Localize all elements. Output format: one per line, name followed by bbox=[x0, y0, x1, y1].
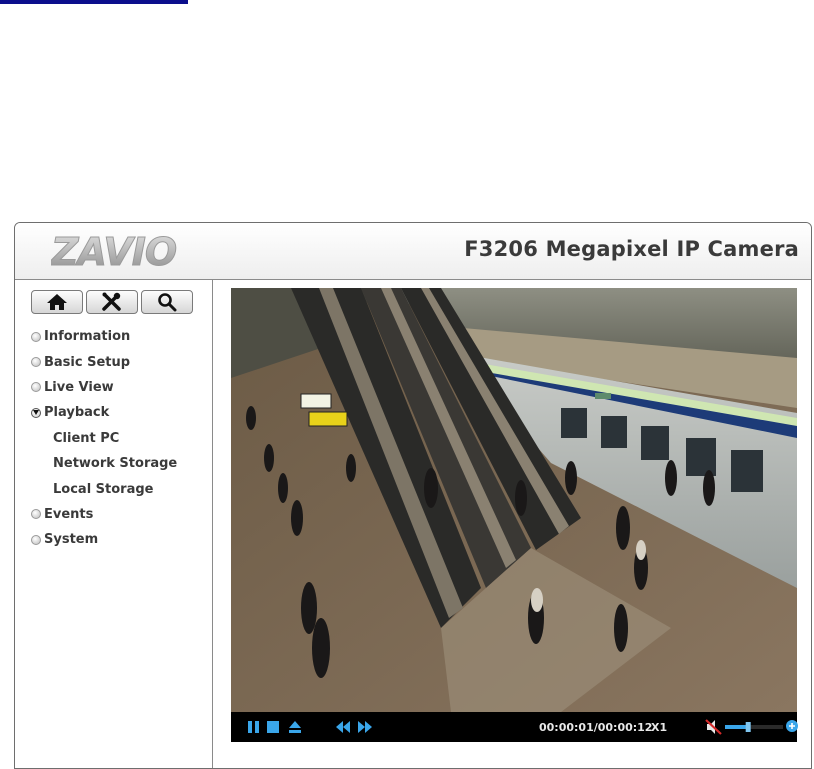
search-icon bbox=[158, 293, 177, 312]
home-icon bbox=[47, 294, 67, 310]
playback-speed[interactable]: X1 bbox=[651, 721, 667, 734]
menu-label: Basic Setup bbox=[44, 354, 131, 370]
top-link-bar[interactable] bbox=[0, 0, 188, 4]
menu-label: System bbox=[44, 532, 99, 548]
menu-item-playback[interactable]: Playback bbox=[31, 400, 177, 425]
playback-timecode: 00:00:01/00:00:12 bbox=[539, 721, 653, 734]
search-button[interactable] bbox=[141, 290, 193, 314]
menu-item-events[interactable]: Events bbox=[31, 502, 177, 527]
nav-buttons bbox=[31, 290, 193, 314]
rewind-icon[interactable] bbox=[335, 721, 351, 733]
radio-bullet-icon bbox=[31, 331, 41, 342]
home-button[interactable] bbox=[31, 290, 83, 314]
tools-icon bbox=[102, 292, 121, 311]
radio-bullet-icon bbox=[31, 534, 41, 545]
radio-bullet-icon bbox=[31, 382, 41, 393]
submenu-label: Client PC bbox=[53, 430, 120, 446]
playback-video-frame[interactable] bbox=[231, 288, 797, 712]
mute-icon[interactable] bbox=[705, 719, 723, 735]
product-title: F3206 Megapixel IP Camera bbox=[464, 237, 799, 261]
content-area: 00:00:01/00:00:12 X1 bbox=[213, 280, 811, 768]
fast-forward-icon[interactable] bbox=[357, 721, 373, 733]
menu-label: Events bbox=[44, 506, 94, 522]
eject-icon[interactable] bbox=[288, 720, 302, 734]
menu-label: Live View bbox=[44, 379, 114, 395]
submenu-label: Local Storage bbox=[53, 481, 154, 497]
submenu-item-local-storage[interactable]: Local Storage bbox=[31, 476, 177, 501]
playback-control-bar: 00:00:01/00:00:12 X1 bbox=[231, 712, 799, 742]
menu-label: Playback bbox=[44, 405, 110, 421]
submenu-label: Network Storage bbox=[53, 456, 178, 472]
radio-bullet-icon bbox=[31, 357, 41, 368]
radio-bullet-icon bbox=[31, 509, 41, 520]
submenu-item-client-pc[interactable]: Client PC bbox=[31, 426, 177, 451]
svg-text:ZAVIO: ZAVIO bbox=[51, 231, 176, 271]
expanded-arrow-icon bbox=[31, 407, 41, 418]
settings-button[interactable] bbox=[86, 290, 138, 314]
zavio-logo: ZAVIO bbox=[51, 231, 178, 271]
pause-icon[interactable] bbox=[247, 721, 261, 733]
video-scene bbox=[231, 288, 797, 712]
menu-item-basic-setup[interactable]: Basic Setup bbox=[31, 349, 177, 374]
sidebar: Information Basic Setup Live View Playba… bbox=[15, 280, 213, 768]
main-menu: Information Basic Setup Live View Playba… bbox=[31, 324, 177, 553]
menu-label: Information bbox=[44, 329, 131, 345]
menu-item-system[interactable]: System bbox=[31, 527, 177, 552]
zoom-in-icon[interactable] bbox=[785, 719, 799, 735]
stop-icon[interactable] bbox=[267, 721, 279, 733]
menu-item-information[interactable]: Information bbox=[31, 324, 177, 349]
submenu-item-network-storage[interactable]: Network Storage bbox=[31, 451, 177, 476]
camera-web-ui: ZAVIO F3206 Megapixel IP Camera Informat… bbox=[14, 222, 812, 769]
volume-slider[interactable] bbox=[725, 722, 785, 732]
menu-item-live-view[interactable]: Live View bbox=[31, 375, 177, 400]
header: ZAVIO F3206 Megapixel IP Camera bbox=[15, 223, 811, 280]
